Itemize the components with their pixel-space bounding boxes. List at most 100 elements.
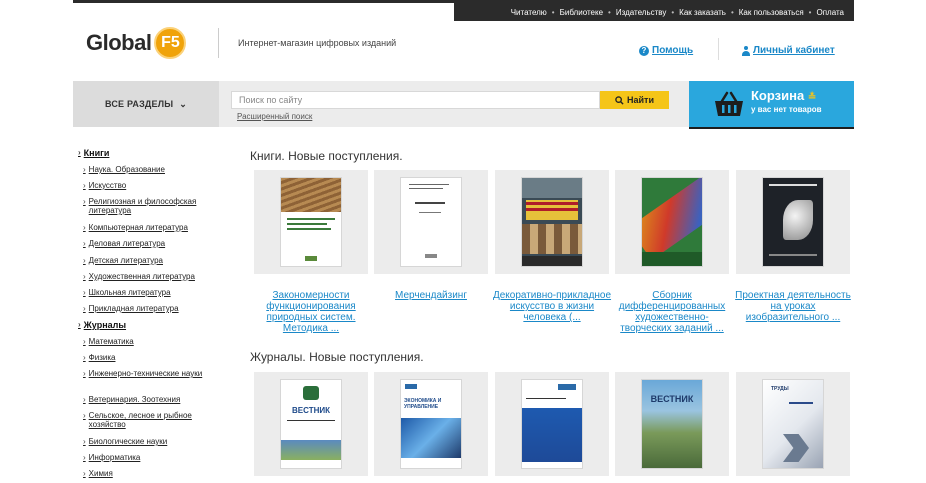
cart-title: Корзина ≛ (751, 88, 816, 103)
sidebar-category-books[interactable]: › Книги (78, 148, 109, 158)
sidebar-item-label: Искусство (88, 181, 127, 190)
arrow-icon: › (83, 272, 86, 281)
sidebar-item-school[interactable]: › Школьная литература (83, 288, 171, 297)
journal-cover-title: ТРУДЫ (771, 386, 789, 392)
question-icon: ? (639, 45, 649, 56)
arrow-icon: › (83, 437, 86, 446)
site-logo[interactable]: Global F5 (86, 26, 187, 60)
book-card[interactable] (254, 170, 368, 274)
sidebar-item-engineering[interactable]: › Инженерно-технические науки (83, 369, 202, 378)
sidebar-item-label: Математика (88, 337, 134, 346)
sidebar-item-label: Наука. Образование (88, 165, 165, 174)
sidebar-item-business[interactable]: › Деловая литература (83, 239, 165, 248)
topnav-link-payment[interactable]: Оплата (816, 8, 844, 17)
sidebar-item-science[interactable]: › Наука. Образование (83, 165, 165, 174)
topnav-separator: • (730, 7, 734, 17)
arrow-icon: › (78, 148, 81, 157)
cart-widget[interactable]: Корзина ≛ у вас нет товаров (689, 81, 854, 127)
help-label: Помощь (652, 45, 694, 56)
journal-card[interactable] (495, 372, 609, 476)
sidebar-item-religion[interactable]: › Религиозная и философская литература (83, 197, 218, 215)
sidebar-item-label: Биологические науки (88, 437, 168, 446)
sidebar-item-computer[interactable]: › Компьютерная литература (83, 223, 188, 232)
arrow-icon: › (83, 469, 86, 478)
cart-underline (689, 127, 854, 129)
site-tagline: Интернет-магазин цифровых изданий (238, 38, 397, 48)
book-title-link[interactable]: Проектная деятельность на уроках изобраз… (731, 290, 855, 323)
journal-card[interactable]: ТРУДЫ (736, 372, 850, 476)
sidebar-category-journals[interactable]: › Журналы (78, 320, 126, 330)
sidebar-item-label: Компьютерная литература (88, 223, 188, 232)
topnav-link-how-to-order[interactable]: Как заказать (679, 8, 726, 17)
sidebar-item-art[interactable]: › Искусство (83, 181, 126, 190)
book-title-link[interactable]: Сборник дифференцированных художественно… (610, 290, 734, 334)
account-link[interactable]: Личный кабинет (742, 45, 835, 56)
journal-cover: ЭКОНОМИКА И УПРАВЛЕНИЕ (401, 380, 461, 468)
sidebar-item-fiction[interactable]: › Художественная литература (83, 272, 195, 281)
book-title-link[interactable]: Мерчендайзинг (369, 290, 493, 301)
topnav-separator: • (808, 7, 812, 17)
sidebar-item-biology[interactable]: › Биологические науки (83, 437, 167, 446)
journal-card[interactable]: ВЕСТНИК (254, 372, 368, 476)
top-navigation: Читателю • Библиотеке • Издательству • К… (454, 3, 854, 21)
book-title-link[interactable]: Декоративно-прикладное искусство в жизни… (490, 290, 614, 323)
sidebar-item-label: Художественная литература (88, 272, 195, 281)
books-section-title: Книги. Новые поступления. (250, 149, 403, 163)
sidebar-item-label: Информатика (88, 453, 141, 462)
sidebar-item-applied[interactable]: › Прикладная литература (83, 304, 179, 313)
book-cover (522, 178, 582, 266)
user-icon (742, 45, 750, 56)
sidebar-item-chemistry[interactable]: › Химия (83, 469, 113, 478)
search-button[interactable]: Найти (600, 91, 669, 109)
arrow-icon: › (83, 395, 86, 404)
book-cover (401, 178, 461, 266)
cart-subtitle: у вас нет товаров (751, 105, 822, 114)
journal-card[interactable]: ЭКОНОМИКА И УПРАВЛЕНИЕ (374, 372, 488, 476)
search-button-label: Найти (627, 95, 654, 105)
topnav-link-reader[interactable]: Читателю (511, 8, 547, 17)
sidebar-item-label: Школьная литература (88, 288, 171, 297)
sidebar-item-label: Религиозная и философская литература (88, 197, 197, 215)
arrow-icon: › (83, 337, 86, 346)
sidebar-item-math[interactable]: › Математика (83, 337, 134, 346)
journal-cover: ТРУДЫ (763, 380, 823, 468)
sidebar-item-agriculture[interactable]: › Сельское, лесное и рыбное хозяйство (83, 411, 218, 429)
category-label: Книги (83, 148, 110, 158)
search-input[interactable]: Поиск по сайту (231, 91, 600, 109)
advanced-search-link[interactable]: Расширенный поиск (237, 112, 312, 121)
book-cover (642, 178, 702, 266)
sidebar-item-children[interactable]: › Детская литература (83, 256, 163, 265)
arrow-icon: › (83, 453, 86, 462)
sidebar-item-informatics[interactable]: › Информатика (83, 453, 140, 462)
search-icon (615, 95, 624, 105)
logo-text: Global (86, 30, 152, 55)
arrow-icon: › (83, 223, 86, 232)
journal-cover-title: ВЕСТНИК (292, 406, 330, 415)
arrow-icon: › (83, 181, 86, 190)
topnav-separator: • (671, 7, 675, 17)
book-card[interactable] (495, 170, 609, 274)
book-card[interactable] (736, 170, 850, 274)
arrow-icon: › (83, 288, 86, 297)
book-cover (763, 178, 823, 266)
journal-card[interactable]: ВЕСТНИК (615, 372, 729, 476)
journals-section-title: Журналы. Новые поступления. (250, 350, 424, 364)
arrow-icon: › (78, 320, 81, 329)
book-title-link[interactable]: Закономерности функционирования природны… (249, 290, 373, 334)
sidebar-item-label: Деловая литература (88, 239, 166, 248)
basket-icon (715, 91, 743, 116)
sidebar-item-physics[interactable]: › Физика (83, 353, 115, 362)
topnav-link-library[interactable]: Библиотеке (560, 8, 603, 17)
book-card[interactable] (615, 170, 729, 274)
help-link[interactable]: ? Помощь (639, 45, 693, 56)
topnav-separator: • (551, 7, 555, 17)
topnav-link-publisher[interactable]: Издательству (616, 8, 667, 17)
sidebar-item-label: Инженерно-технические науки (88, 369, 203, 378)
sidebar-item-veterinary[interactable]: › Ветеринария. Зоотехния (83, 395, 180, 404)
topnav-link-how-to-use[interactable]: Как пользоваться (739, 8, 804, 17)
header-divider (218, 28, 219, 58)
all-sections-dropdown[interactable]: ВСЕ РАЗДЕЛЫ ⌄ (73, 81, 219, 127)
arrow-icon: › (83, 165, 86, 174)
journal-cover (522, 380, 582, 468)
book-card[interactable] (374, 170, 488, 274)
